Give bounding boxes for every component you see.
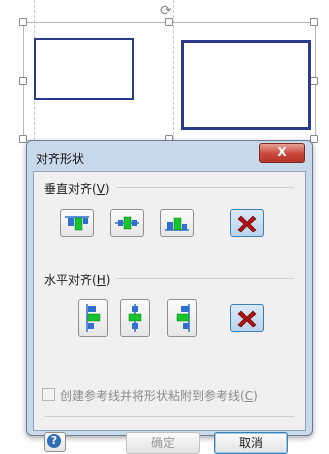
no-align-icon [237, 215, 257, 233]
group-separator [116, 278, 294, 279]
align-left-icon [86, 304, 101, 332]
footer-separator [44, 416, 294, 417]
dialog-title: 对齐形状 [36, 152, 85, 166]
glue-to-guide-option: 创建参考线并将形状粘附到参考线(C) [42, 387, 258, 404]
align-middle-button[interactable] [110, 209, 144, 237]
no-align-icon [237, 310, 257, 328]
rotate-handle-icon[interactable]: ⟳ [160, 3, 172, 19]
selection-handle[interactable] [310, 77, 318, 85]
align-top-button[interactable] [60, 209, 94, 237]
close-button[interactable]: X [259, 143, 305, 163]
align-bottom-icon [165, 217, 189, 231]
align-left-button[interactable] [78, 299, 108, 337]
dialog-body: 垂直对齐(V) 水平对齐(H) 创建参考线并将形状粘附到参考线(C) ? 确定 … [33, 171, 306, 454]
align-middle-icon [115, 216, 139, 230]
vertical-align-group-label: 垂直对齐(V) [44, 182, 110, 196]
glue-to-guide-checkbox[interactable] [42, 388, 55, 401]
help-button[interactable]: ? [44, 432, 66, 452]
align-right-button[interactable] [167, 299, 197, 337]
align-bottom-button[interactable] [160, 209, 194, 237]
help-icon: ? [47, 434, 61, 448]
selection-handle[interactable] [165, 18, 173, 26]
selection-handle[interactable] [19, 18, 27, 26]
rectangle-shape[interactable] [181, 40, 311, 130]
align-right-icon [176, 304, 190, 332]
align-top-icon [65, 216, 89, 231]
align-center-button[interactable] [120, 299, 150, 337]
horizontal-align-group-label: 水平对齐(H) [44, 273, 111, 287]
align-center-icon [128, 304, 142, 332]
no-vertical-align-button[interactable] [230, 209, 264, 237]
selection-handle[interactable] [310, 18, 318, 26]
cancel-button[interactable]: 取消 [214, 432, 288, 454]
group-separator [116, 187, 294, 188]
selection-handle[interactable] [19, 135, 27, 143]
ok-button[interactable]: 确定 [126, 432, 200, 454]
rectangle-shape[interactable] [34, 38, 134, 100]
no-horizontal-align-button[interactable] [230, 304, 264, 332]
align-shapes-dialog: 对齐形状 X 垂直对齐(V) 水平对齐(H) 创建参考线并将形状粘附到参考线(C… [26, 140, 313, 454]
selection-handle[interactable] [19, 77, 27, 85]
